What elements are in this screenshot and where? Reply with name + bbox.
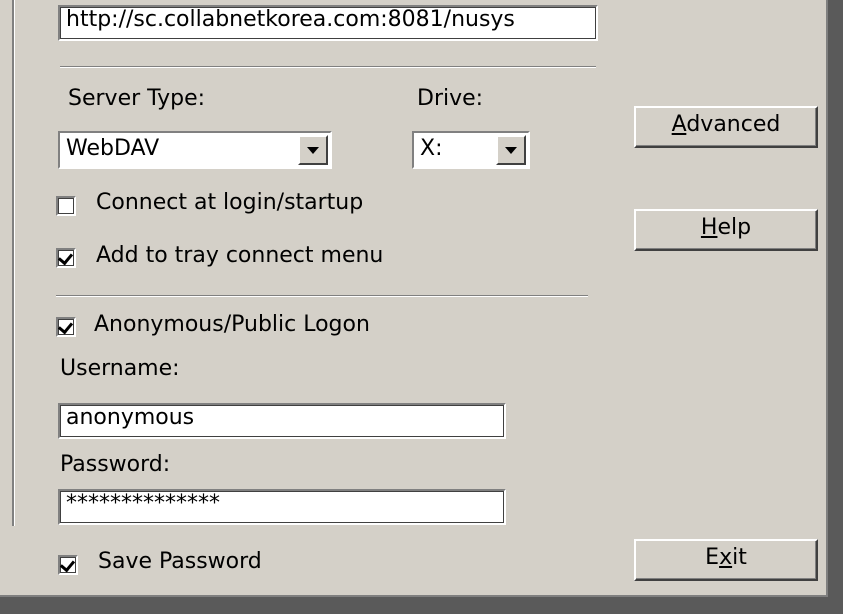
- tray-menu-checkbox[interactable]: [56, 248, 76, 268]
- advanced-button[interactable]: Advanced: [634, 106, 818, 148]
- separator-middle: [56, 295, 588, 297]
- save-password-checkbox[interactable]: [58, 555, 78, 575]
- connect-login-checkbox[interactable]: [56, 196, 76, 216]
- connect-login-label: Connect at login/startup: [96, 190, 364, 215]
- anonymous-checkbox[interactable]: [56, 317, 76, 337]
- server-type-value: WebDAV: [66, 136, 160, 161]
- help-mnemonic: H: [700, 215, 718, 240]
- window-frame-right: [828, 0, 843, 614]
- exit-button[interactable]: Exit: [634, 539, 818, 581]
- chevron-down-icon[interactable]: [298, 135, 328, 165]
- left-panel-edge: [0, 0, 14, 526]
- url-field[interactable]: http://sc.collabnetkorea.com:8081/nusys: [58, 5, 598, 41]
- exit-mnemonic: x: [719, 545, 733, 570]
- username-field[interactable]: anonymous: [58, 403, 506, 439]
- drive-select[interactable]: X:: [412, 131, 530, 169]
- server-type-label: Server Type:: [68, 86, 206, 111]
- anonymous-label: Anonymous/Public Logon: [94, 312, 370, 337]
- username-label: Username:: [60, 356, 180, 381]
- drive-label: Drive:: [417, 86, 484, 111]
- drive-value: X:: [420, 136, 443, 161]
- window-frame-bottom: [0, 597, 843, 614]
- exit-post: it: [732, 545, 747, 570]
- password-label: Password:: [60, 452, 171, 477]
- password-field[interactable]: **************: [58, 489, 506, 525]
- tray-menu-label: Add to tray connect menu: [96, 243, 384, 268]
- server-type-select[interactable]: WebDAV: [58, 131, 332, 169]
- chevron-down-icon[interactable]: [496, 135, 526, 165]
- help-post: elp: [717, 215, 752, 240]
- exit-pre: E: [705, 545, 720, 570]
- help-button[interactable]: Help: [634, 209, 818, 251]
- separator-top: [60, 66, 596, 68]
- save-password-label: Save Password: [98, 549, 262, 574]
- advanced-mnemonic: A: [671, 112, 687, 137]
- advanced-post: dvanced: [686, 112, 781, 137]
